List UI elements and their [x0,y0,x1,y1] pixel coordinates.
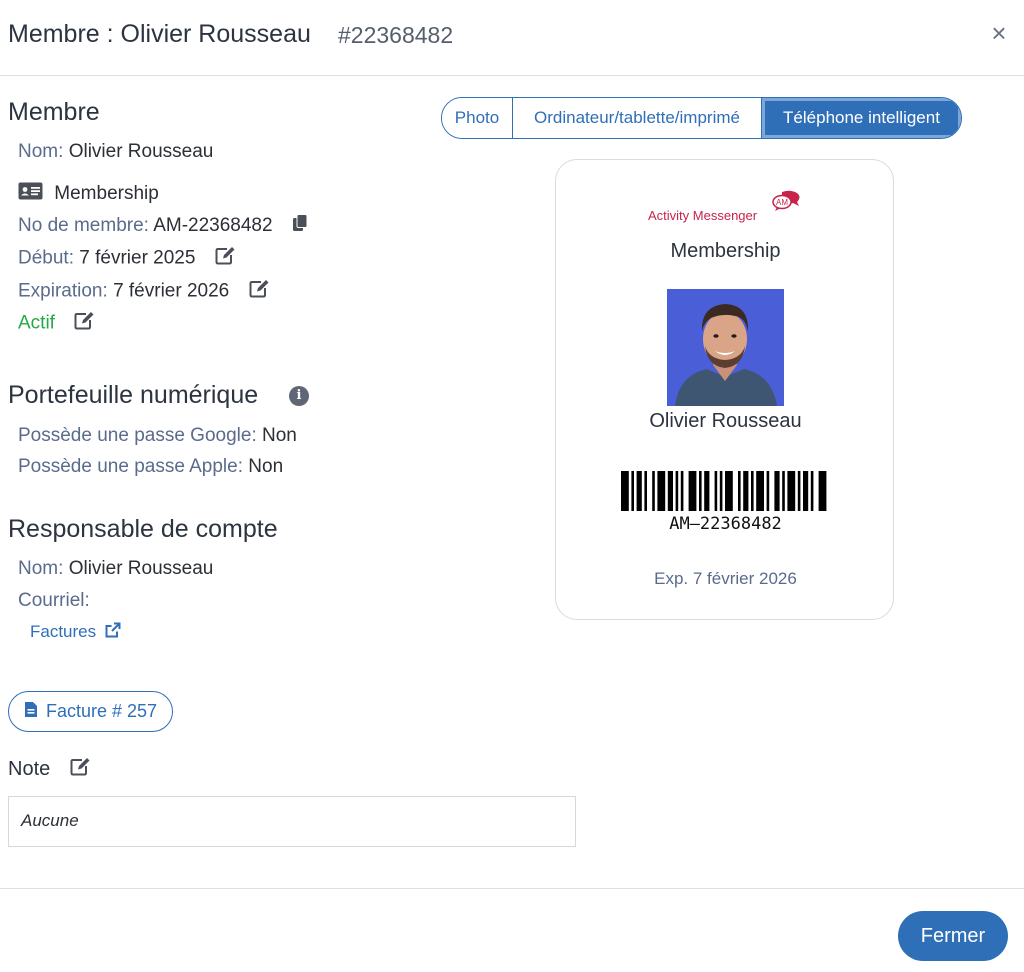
id-card-icon [18,182,43,206]
note-field[interactable]: Aucune [8,796,576,847]
note-label-row: Note [8,757,91,782]
member-name-label: Nom: [18,141,64,162]
expiration-label: Expiration: [18,280,108,302]
barcode-number: AM–22368482 [669,514,782,534]
close-button[interactable]: Fermer [898,911,1008,961]
apple-pass-value: Non [248,456,284,477]
card-expiration: Exp. 7 février 2026 [654,569,797,588]
account-email-label: Courriel: [18,590,90,611]
edit-start-date-icon[interactable] [215,246,236,271]
expiration-row: Expiration: 7 février 2026 [18,279,270,304]
start-date-label: Début: [18,247,74,269]
member-number-value: AM-22368482 [153,215,273,237]
member-number-label: No de membre: [18,215,149,237]
member-number-row: No de membre: AM-22368482 [18,214,308,238]
modal-title: Membre : Olivier Rousseau [8,20,311,48]
account-name-label: Nom: [18,558,64,579]
google-pass-value: Non [262,425,297,446]
modal-header: Membre : Olivier Rousseau #22368482 × [0,0,1024,76]
footer-divider [0,888,1024,889]
member-section-title: Membre [8,98,100,126]
tab-photo[interactable]: Photo [442,98,512,138]
view-mode-selector: Photo Ordinateur/tablette/imprimé Téléph… [441,97,962,139]
external-link-icon [105,622,121,643]
member-name-value: Olivier Rousseau [68,141,214,162]
barcode [621,471,827,511]
account-email-row: Courriel: [18,590,90,612]
expiration-value: 7 février 2026 [113,280,230,302]
apple-pass-label: Possède une passe Apple: [18,456,244,477]
note-label: Note [8,757,51,780]
edit-expiration-icon[interactable] [249,279,270,304]
status-row: Actif [18,311,95,336]
card-member-name: Olivier Rousseau [649,410,802,432]
start-date-value: 7 février 2025 [79,247,196,269]
status-badge: Actif [18,312,55,334]
member-photo [667,289,784,406]
apple-pass-row: Possède une passe Apple: Non [18,456,283,478]
membership-type-row: Membership [18,182,159,206]
membership-type: Membership [54,183,159,205]
google-pass-label: Possède une passe Google: [18,425,257,446]
brand-logo: Activity Messenger AM [648,190,808,224]
brand-badge: AM [776,198,788,207]
brand-name: Activity Messenger [648,208,758,223]
invoice-button-label: Facture # 257 [45,701,158,721]
edit-note-icon[interactable] [70,757,91,782]
invoices-link-label: Factures [30,622,97,641]
edit-status-icon[interactable] [74,311,95,336]
account-name-row: Nom: Olivier Rousseau [18,558,213,580]
document-icon [24,701,38,723]
info-icon[interactable]: i [289,386,309,406]
account-name-value: Olivier Rousseau [68,558,214,579]
membership-card: Activity Messenger AM Membership Olivier… [555,159,894,620]
invoices-link[interactable]: Factures [30,622,121,643]
chat-bubble-icon: AM [772,190,800,211]
copy-icon[interactable] [292,214,308,238]
wallet-section-title: Portefeuille numérique [8,381,259,409]
member-id: #22368482 [338,22,454,48]
google-pass-row: Possède une passe Google: Non [18,425,297,447]
card-title: Membership [670,240,781,262]
tab-computer-tablet-print[interactable]: Ordinateur/tablette/imprimé [512,98,761,138]
account-section-title: Responsable de compte [8,515,278,543]
start-date-row: Début: 7 février 2025 [18,246,236,271]
member-name-row: Nom: Olivier Rousseau [18,141,213,163]
tab-smartphone[interactable]: Téléphone intelligent [761,98,961,138]
invoice-button[interactable]: Facture # 257 [8,691,173,732]
close-icon[interactable]: × [984,18,1014,48]
